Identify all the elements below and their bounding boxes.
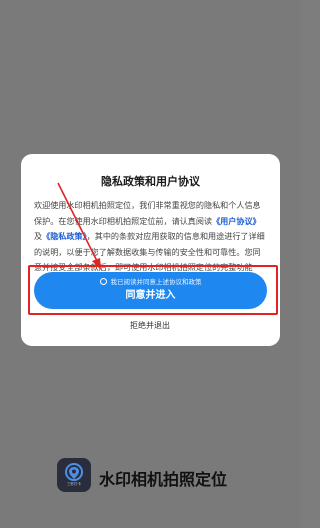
annotation-arrow bbox=[57, 182, 101, 270]
reject-exit-button[interactable]: 拒绝并退出 bbox=[0, 320, 300, 331]
logo-text: 三秒打卡 bbox=[67, 482, 81, 486]
app-logo: 三秒打卡 bbox=[57, 458, 91, 492]
app-name: 水印相机拍照定位 bbox=[99, 470, 228, 489]
